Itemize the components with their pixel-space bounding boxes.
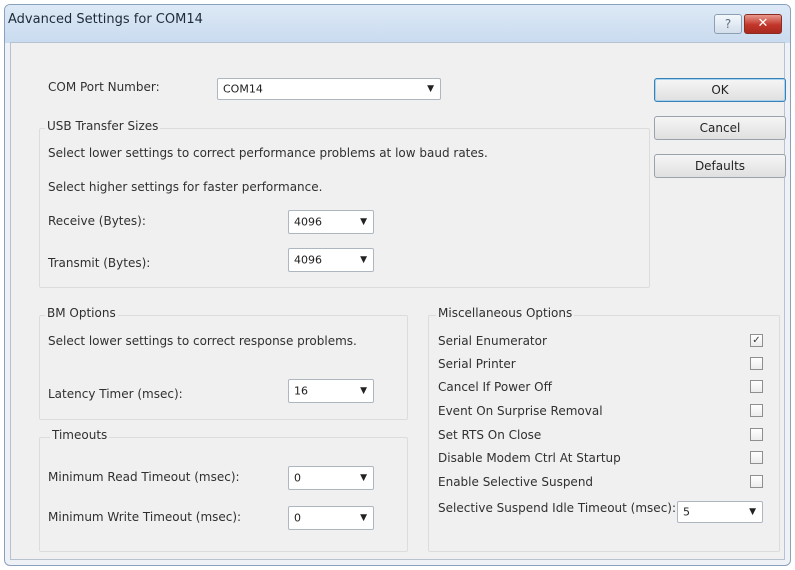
checkbox-enable-selective-suspend[interactable] <box>750 475 763 488</box>
usb-transfer-group-title: USB Transfer Sizes <box>45 119 161 133</box>
defaults-button[interactable]: Defaults <box>654 154 786 178</box>
chevron-down-icon: ▼ <box>427 84 434 94</box>
option-label-disable-modem-ctrl: Disable Modem Ctrl At Startup <box>438 451 621 465</box>
com-port-value: COM14 <box>223 82 263 96</box>
min-read-timeout-dropdown[interactable]: 0 ▼ <box>288 466 374 490</box>
transmit-value: 4096 <box>294 253 322 267</box>
timeouts-group <box>39 437 408 552</box>
option-label-event-on-surprise-removal: Event On Surprise Removal <box>438 404 603 418</box>
min-read-timeout-label: Minimum Read Timeout (msec): <box>48 470 240 484</box>
misc-options-group-title: Miscellaneous Options <box>436 306 575 320</box>
selective-suspend-idle-timeout-label: Selective Suspend Idle Timeout (msec): <box>438 501 677 515</box>
receive-dropdown[interactable]: 4096 ▼ <box>288 210 374 234</box>
transmit-label: Transmit (Bytes): <box>48 256 151 270</box>
option-label-enable-selective-suspend: Enable Selective Suspend <box>438 475 594 489</box>
bm-hint: Select lower settings to correct respons… <box>48 334 357 348</box>
option-label-cancel-if-power-off: Cancel If Power Off <box>438 380 552 394</box>
checkbox-event-on-surprise-removal[interactable] <box>750 404 763 417</box>
checkbox-disable-modem-ctrl[interactable] <box>750 451 763 464</box>
option-label-serial-printer: Serial Printer <box>438 357 516 371</box>
checkbox-serial-enumerator[interactable]: ✓ <box>750 334 763 347</box>
selective-suspend-idle-timeout-dropdown[interactable]: 5 ▼ <box>677 501 763 523</box>
chevron-down-icon: ▼ <box>360 513 367 523</box>
ok-button[interactable]: OK <box>654 78 786 102</box>
min-write-timeout-value: 0 <box>294 511 301 525</box>
latency-timer-label: Latency Timer (msec): <box>48 387 183 401</box>
usb-hint-lower: Select lower settings to correct perform… <box>48 146 488 160</box>
window-title: Advanced Settings for COM14 <box>8 12 203 27</box>
com-port-label: COM Port Number: <box>48 80 160 94</box>
close-icon: ✕ <box>757 16 769 31</box>
chevron-down-icon: ▼ <box>360 255 367 265</box>
checkbox-cancel-if-power-off[interactable] <box>750 380 763 393</box>
chevron-down-icon: ▼ <box>360 473 367 483</box>
timeouts-group-title: Timeouts <box>50 428 110 442</box>
selective-suspend-idle-timeout-value: 5 <box>683 505 690 519</box>
com-port-dropdown[interactable]: COM14 ▼ <box>217 78 441 100</box>
min-read-timeout-value: 0 <box>294 471 301 485</box>
chevron-down-icon: ▼ <box>749 507 756 517</box>
bm-options-group-title: BM Options <box>45 306 118 320</box>
checkbox-serial-printer[interactable] <box>750 357 763 370</box>
close-button[interactable]: ✕ <box>744 14 782 34</box>
receive-label: Receive (Bytes): <box>48 214 146 228</box>
usb-hint-higher: Select higher settings for faster perfor… <box>48 180 323 194</box>
latency-timer-value: 16 <box>294 384 308 398</box>
chevron-down-icon: ▼ <box>360 217 367 227</box>
check-icon: ✓ <box>752 335 761 346</box>
bm-options-group <box>39 315 408 420</box>
checkbox-set-rts-on-close[interactable] <box>750 428 763 441</box>
receive-value: 4096 <box>294 215 322 229</box>
chevron-down-icon: ▼ <box>360 386 367 396</box>
min-write-timeout-dropdown[interactable]: 0 ▼ <box>288 506 374 530</box>
latency-timer-dropdown[interactable]: 16 ▼ <box>288 379 374 403</box>
min-write-timeout-label: Minimum Write Timeout (msec): <box>48 510 242 524</box>
help-button[interactable]: ? <box>714 14 742 34</box>
cancel-button[interactable]: Cancel <box>654 116 786 140</box>
transmit-dropdown[interactable]: 4096 ▼ <box>288 248 374 272</box>
option-label-set-rts-on-close: Set RTS On Close <box>438 428 542 442</box>
option-label-serial-enumerator: Serial Enumerator <box>438 334 547 348</box>
